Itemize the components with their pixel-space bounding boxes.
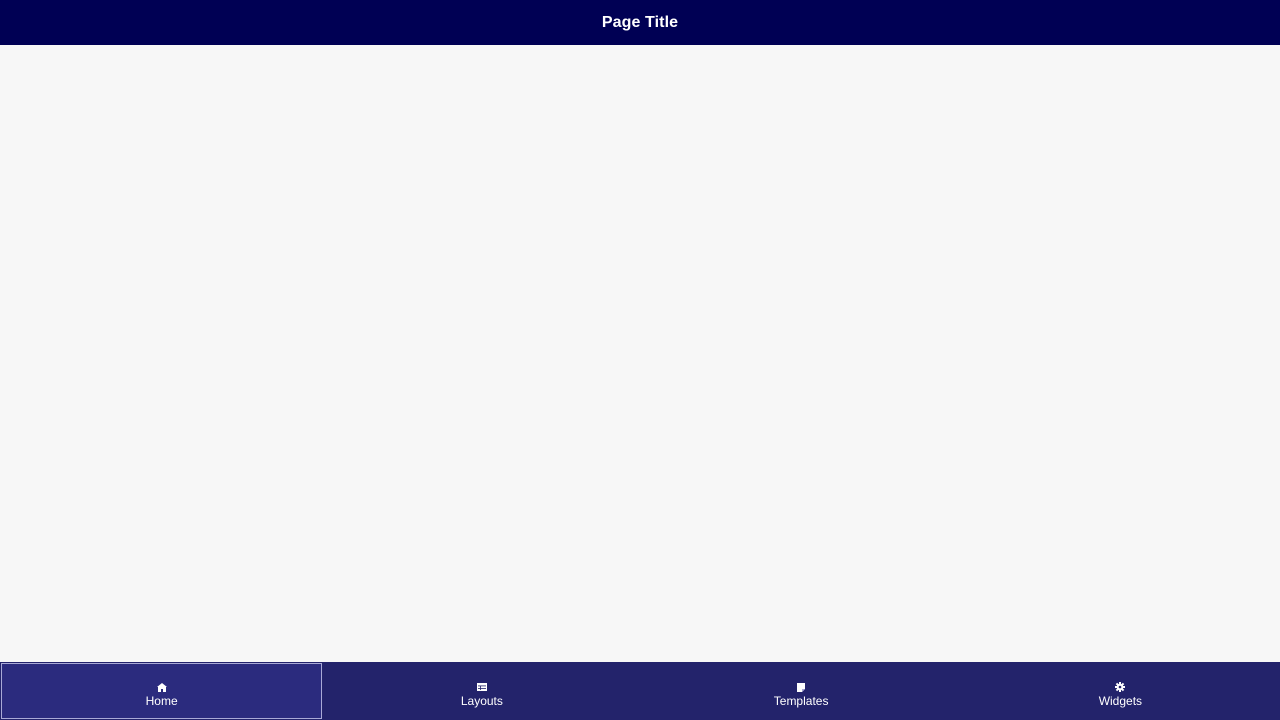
nav-item-widgets[interactable]: Widgets — [961, 662, 1280, 720]
templates-icon — [796, 682, 806, 692]
widgets-icon — [1115, 682, 1126, 692]
nav-item-label: Widgets — [1098, 694, 1143, 708]
app-header: Page Title — [0, 0, 1280, 45]
page-title: Page Title — [601, 13, 679, 31]
main-content — [0, 45, 1280, 662]
layouts-icon — [476, 682, 487, 692]
nav-item-label: Templates — [773, 694, 829, 708]
nav-item-layouts[interactable]: Layouts — [322, 662, 641, 720]
nav-item-home[interactable]: Home — [1, 663, 323, 719]
bottom-nav: Home Layouts Templates Widgets — [0, 662, 1280, 720]
nav-item-label: Home — [145, 694, 178, 708]
nav-item-templates[interactable]: Templates — [642, 662, 961, 720]
home-icon — [156, 682, 167, 692]
nav-item-label: Layouts — [460, 694, 503, 708]
